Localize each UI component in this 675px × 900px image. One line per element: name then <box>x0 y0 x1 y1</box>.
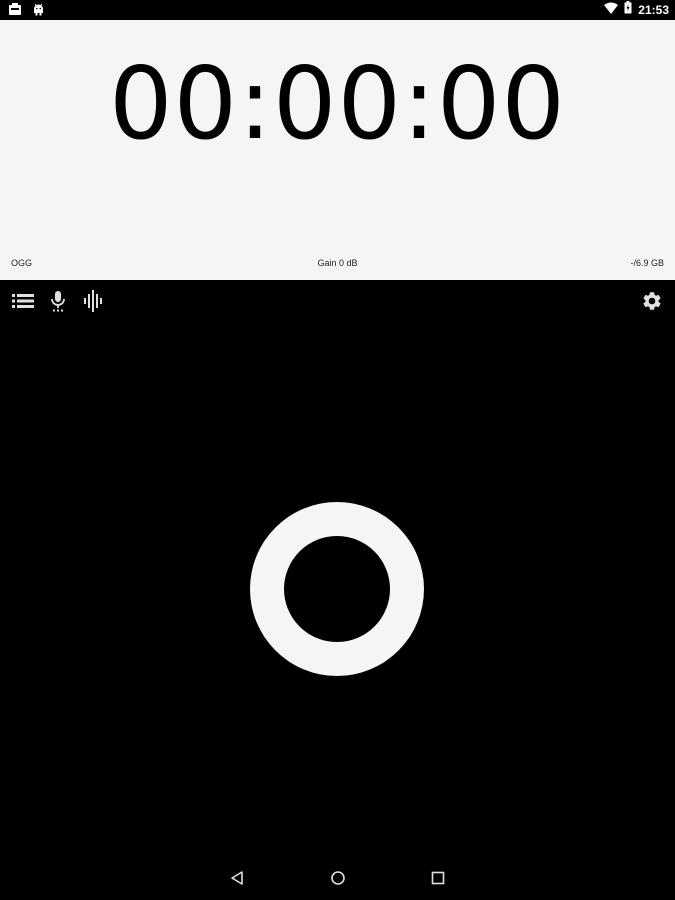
recents-button[interactable] <box>426 868 450 892</box>
toolbar <box>0 281 675 325</box>
status-left <box>8 3 45 21</box>
screen: 21:53 00:00:00 OGG Gain 0 dB -/6.9 GB <box>0 0 675 900</box>
status-bar: 21:53 <box>0 0 675 20</box>
microphone-button[interactable] <box>46 290 70 317</box>
home-button[interactable] <box>326 868 350 892</box>
record-icon <box>284 536 390 642</box>
settings-button[interactable] <box>640 291 664 315</box>
recording-info-row: OGG Gain 0 dB -/6.9 GB <box>0 258 675 272</box>
timer-panel: 00:00:00 OGG Gain 0 dB -/6.9 GB <box>0 20 675 280</box>
storage-label: -/6.9 GB <box>630 258 664 268</box>
waveform-button[interactable] <box>81 289 105 317</box>
notification-icon <box>8 3 22 21</box>
battery-icon <box>624 1 632 19</box>
recents-icon <box>431 871 445 890</box>
gain-label: Gain 0 dB <box>317 258 358 268</box>
status-time: 21:53 <box>638 3 669 17</box>
microphone-icon <box>50 290 66 317</box>
android-icon <box>32 3 45 21</box>
recordings-list-button[interactable] <box>11 291 35 315</box>
record-button[interactable] <box>250 502 424 676</box>
back-button[interactable] <box>225 868 249 892</box>
elapsed-time-display: 00:00:00 <box>108 45 567 162</box>
back-icon <box>229 870 245 891</box>
waveform-icon <box>83 289 103 317</box>
wifi-icon <box>604 1 619 19</box>
settings-icon <box>641 290 663 317</box>
navigation-bar <box>0 860 675 900</box>
list-icon <box>12 292 34 315</box>
home-icon <box>330 870 346 891</box>
status-right: 21:53 <box>604 1 669 19</box>
